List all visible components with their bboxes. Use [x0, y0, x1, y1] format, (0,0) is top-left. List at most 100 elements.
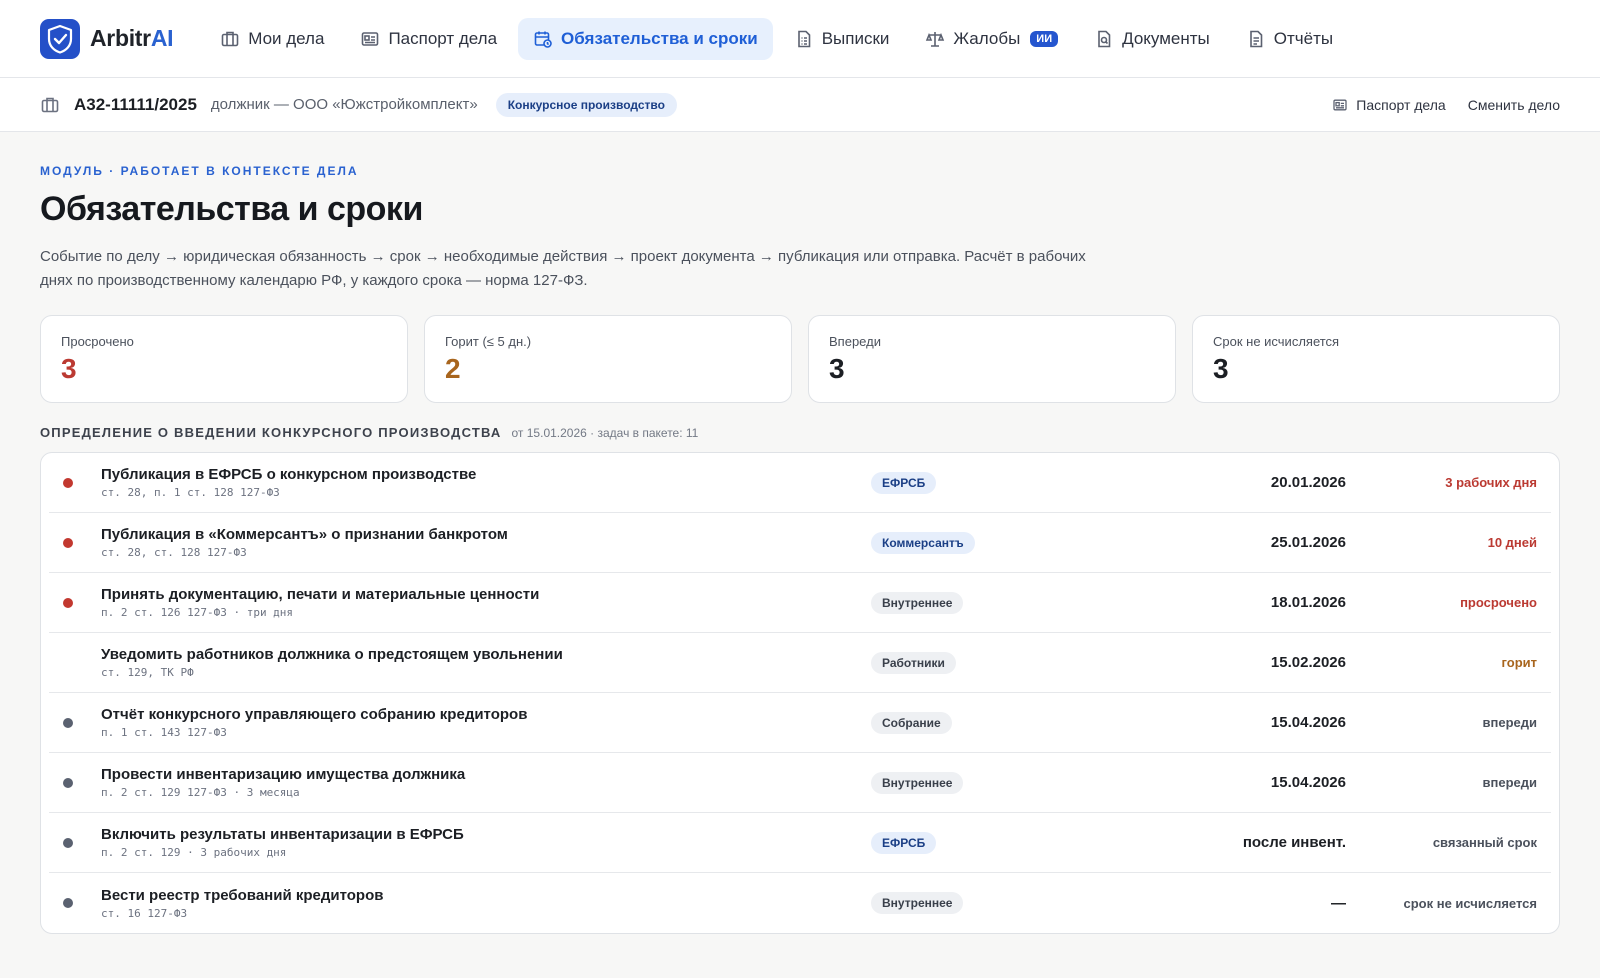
briefcase-icon	[221, 31, 239, 46]
channel-chip: Внутреннее	[871, 771, 964, 794]
task-title: Провести инвентаризацию имущества должни…	[101, 766, 466, 783]
status-dot	[63, 777, 73, 788]
task-list: Публикация в ЕФРСБ о конкурсном производ…	[40, 452, 1560, 934]
nav-case-passport[interactable]: Паспорт дела	[345, 18, 512, 60]
status-dot	[63, 597, 73, 608]
stat-overdue[interactable]: Просрочено 3	[40, 315, 408, 403]
task-title: Уведомить работников должника о предстоя…	[101, 646, 563, 663]
nav-documents-label: Документы	[1122, 28, 1210, 48]
nav-obligations-deadlines[interactable]: Обязательства и сроки	[518, 17, 773, 60]
task-legal-ref: п. 1 ст. 143 127-ФЗ	[101, 726, 227, 739]
task-legal-ref: п. 2 ст. 129 127-ФЗ · 3 месяца	[101, 786, 300, 799]
stats-row: Просрочено 3 Горит (≤ 5 дн.) 2 Впереди 3…	[40, 315, 1560, 403]
case-passport-link[interactable]: Паспорт дела	[1332, 97, 1446, 113]
change-case-link[interactable]: Сменить дело	[1468, 97, 1560, 113]
task-title: Публикация в ЕФРСБ о конкурсном производ…	[101, 466, 477, 483]
nav-reports-label: Отчёты	[1273, 28, 1334, 48]
task-date: 25.01.2026	[1270, 534, 1346, 551]
task-channel: ЕФРСБ	[871, 831, 1086, 854]
channel-chip: Внутреннее	[871, 591, 964, 614]
stat-urgent-value: 2	[445, 353, 461, 384]
stat-no-deadline-label: Срок не исчисляется	[1213, 334, 1340, 349]
status-dot	[63, 837, 73, 848]
main-nav: Мои дела Паспорт дела Обязательства и ср…	[205, 17, 1348, 60]
task-channel: ЕФРСБ	[871, 471, 1086, 494]
task-date: 15.04.2026	[1270, 774, 1346, 791]
task-legal-ref: п. 2 ст. 129 · 3 рабочих дня	[101, 846, 287, 859]
task-status: впереди	[1482, 775, 1538, 790]
section-title: ОПРЕДЕЛЕНИЕ О ВВЕДЕНИИ КОНКУРСНОГО ПРОИЗ…	[40, 425, 502, 440]
shield-logo-icon	[40, 18, 80, 59]
task-channel: Внутреннее	[871, 892, 1086, 914]
nav-reports[interactable]: Отчёты	[1231, 18, 1348, 60]
status-dot	[63, 898, 73, 908]
stat-urgent-label: Горит (≤ 5 дн.)	[445, 334, 532, 349]
page-description: Событие по делу → юридическая обязанност…	[40, 248, 1086, 289]
task-date: 15.04.2026	[1270, 714, 1346, 731]
task-text: Публикация в ЕФРСБ о конкурсном производ…	[101, 466, 871, 499]
status-dot	[63, 477, 73, 488]
task-status: срок не исчисляется	[1403, 895, 1538, 911]
case-context-bar: А32-11111/2025 должник — ООО «Южстройком…	[0, 78, 1600, 132]
case-stage-badge: Конкурсное производство	[495, 92, 677, 117]
stat-upcoming[interactable]: Впереди 3	[808, 315, 1176, 403]
stat-no-deadline[interactable]: Срок не исчисляется 3	[1192, 315, 1560, 403]
section-meta: от 15.01.2026 · задач в пакете: 11	[511, 426, 699, 440]
task-status: просрочено	[1460, 595, 1537, 610]
report-icon	[1249, 30, 1263, 47]
task-date: 18.01.2026	[1270, 594, 1346, 611]
task-title: Вести реестр требований кредиторов	[101, 886, 384, 904]
brand-name-accent: AI	[150, 25, 174, 51]
main-content: МОДУЛЬ · РАБОТАЕТ В КОНТЕКСТЕ ДЕЛА Обяза…	[0, 132, 1600, 934]
stat-upcoming-label: Впереди	[829, 334, 881, 349]
calendar-clock-icon	[534, 31, 552, 48]
nav-complaints[interactable]: Жалобы ИИ	[910, 18, 1073, 60]
top-navigation: ArbitrAI Мои дела Паспорт дела Обязатель…	[0, 0, 1600, 78]
case-actions: Паспорт дела Сменить дело	[1332, 97, 1560, 113]
brand[interactable]: ArbitrAI	[40, 18, 174, 59]
task-status: впереди	[1482, 715, 1538, 730]
task-legal-ref: ст. 28, п. 1 ст. 128 127-ФЗ	[101, 486, 280, 499]
channel-chip: Собрание	[871, 711, 952, 734]
table-row[interactable]: Вести реестр требований кредиторов ст. 1…	[49, 873, 1551, 933]
brand-name: ArbitrAI	[90, 25, 174, 52]
task-legal-ref: ст. 129, ТК РФ	[101, 666, 194, 679]
task-text: Принять документацию, печати и материаль…	[101, 586, 871, 619]
task-status: горит	[1501, 655, 1537, 670]
document-search-icon	[1098, 30, 1111, 47]
table-row[interactable]: Уведомить работников должника о предстоя…	[49, 633, 1551, 693]
task-status: 10 дней	[1487, 535, 1537, 550]
task-legal-ref: ст. 16 127-ФЗ	[101, 906, 188, 920]
nav-case-passport-label: Паспорт дела	[388, 28, 498, 48]
task-channel: Работники	[871, 651, 1086, 674]
task-date: 20.01.2026	[1270, 474, 1346, 491]
status-dot	[63, 717, 73, 728]
channel-chip: Коммерсантъ	[871, 531, 975, 554]
table-row[interactable]: Включить результаты инвентаризации в ЕФР…	[49, 813, 1551, 873]
nav-my-cases[interactable]: Мои дела	[205, 18, 339, 60]
nav-documents[interactable]: Документы	[1079, 18, 1225, 60]
channel-chip: ЕФРСБ	[871, 471, 937, 494]
channel-chip: Работники	[871, 651, 956, 674]
document-list-icon	[797, 30, 811, 47]
task-text: Публикация в «Коммерсантъ» о признании б…	[101, 526, 871, 559]
status-dot	[63, 658, 73, 668]
table-row[interactable]: Публикация в «Коммерсантъ» о признании б…	[49, 513, 1551, 573]
nav-extracts-label: Выписки	[821, 28, 890, 48]
nav-my-cases-label: Мои дела	[248, 28, 325, 48]
nav-obligations-deadlines-label: Обязательства и сроки	[561, 28, 758, 48]
task-text: Отчёт конкурсного управляющего собранию …	[101, 706, 871, 739]
stat-urgent[interactable]: Горит (≤ 5 дн.) 2	[424, 315, 792, 403]
table-row[interactable]: Отчёт конкурсного управляющего собранию …	[49, 693, 1551, 753]
task-title: Принять документацию, печати и материаль…	[101, 586, 540, 603]
task-channel: Внутреннее	[871, 771, 1086, 794]
page-title: Обязательства и сроки	[40, 190, 423, 228]
stat-overdue-value: 3	[61, 353, 77, 384]
table-row[interactable]: Провести инвентаризацию имущества должни…	[49, 753, 1551, 813]
nav-extracts[interactable]: Выписки	[779, 18, 905, 60]
module-eyebrow: МОДУЛЬ · РАБОТАЕТ В КОНТЕКСТЕ ДЕЛА	[40, 164, 359, 178]
table-row[interactable]: Принять документацию, печати и материаль…	[49, 573, 1551, 633]
task-text: Включить результаты инвентаризации в ЕФР…	[101, 826, 871, 859]
table-row[interactable]: Публикация в ЕФРСБ о конкурсном производ…	[49, 453, 1551, 513]
id-card-icon	[362, 31, 379, 46]
